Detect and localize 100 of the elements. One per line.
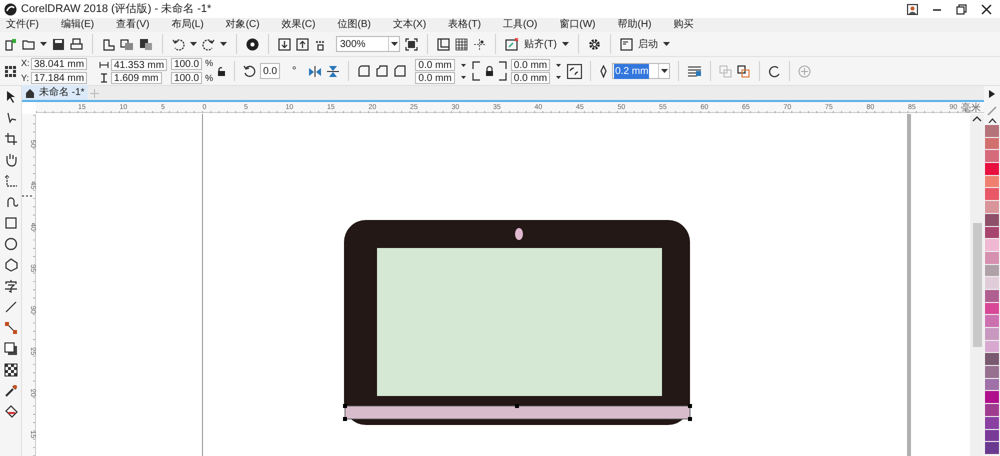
settings-icon[interactable]	[588, 38, 601, 50]
menu-item[interactable]: 布局(L)	[171, 18, 204, 32]
guidelines-icon[interactable]	[473, 38, 486, 50]
color-swatch[interactable]	[985, 340, 999, 354]
color-swatch[interactable]	[985, 277, 999, 290]
lock-icon[interactable]	[484, 66, 494, 76]
spin-down-icon[interactable]	[460, 64, 466, 66]
color-swatch[interactable]	[985, 176, 999, 188]
no-color-swatch-icon[interactable]	[987, 106, 997, 116]
menu-item[interactable]: 位图(B)	[337, 18, 371, 32]
transparency-tool-icon[interactable]	[4, 363, 18, 377]
color-swatch[interactable]	[985, 214, 999, 226]
launch-button[interactable]: 启动	[638, 36, 658, 52]
width-field[interactable]: 41.353 mm	[111, 58, 168, 70]
y-position-field[interactable]: 17.184 mm	[31, 72, 88, 84]
hand-tool-icon[interactable]	[4, 153, 18, 167]
menu-item[interactable]: 效果(C)	[282, 18, 316, 32]
full-screen-icon[interactable]	[405, 38, 418, 50]
color-swatch[interactable]	[985, 226, 999, 240]
spin-down-icon[interactable]	[460, 76, 466, 78]
corner-top-icon[interactable]	[498, 61, 507, 70]
object-origin-icon[interactable]	[4, 64, 17, 78]
color-swatch[interactable]	[985, 442, 999, 455]
menu-item[interactable]: 帮助(H)	[618, 18, 652, 32]
color-swatch[interactable]	[985, 315, 999, 328]
menu-item[interactable]: 表格(T)	[448, 18, 481, 32]
polygon-tool-icon[interactable]	[4, 258, 18, 272]
height-icon[interactable]	[99, 72, 110, 82]
corner-radius-field[interactable]: 0.0 mm	[510, 72, 550, 84]
corner-bottom-icon[interactable]	[498, 72, 507, 81]
menu-item[interactable]: 文件(F)	[6, 18, 39, 32]
disc-icon[interactable]	[246, 38, 259, 50]
corner-radius-field[interactable]: 0.0 mm	[415, 58, 455, 70]
menu-item[interactable]: 查看(V)	[116, 18, 150, 32]
save-icon[interactable]	[52, 38, 65, 50]
text-tool-icon[interactable]	[4, 279, 18, 293]
color-swatch[interactable]	[985, 328, 999, 341]
restore-icon[interactable]	[956, 4, 967, 14]
lock-icon[interactable]	[217, 66, 226, 76]
dropdown-caret-icon[interactable]	[660, 68, 668, 74]
ellipse-tool-icon[interactable]	[4, 237, 18, 251]
rotate-icon[interactable]	[243, 64, 256, 78]
color-swatch[interactable]	[985, 163, 999, 176]
window-panel-icon[interactable]	[620, 38, 633, 50]
palette-scroll-up-icon[interactable]	[988, 118, 996, 123]
rectangle-tool-icon[interactable]	[4, 216, 18, 230]
corner-bottom-icon[interactable]	[472, 72, 481, 81]
connector-tool-icon[interactable]	[4, 321, 18, 335]
scrollbar-thumb[interactable]	[973, 223, 982, 347]
text-wrap-icon[interactable]	[687, 64, 702, 78]
menu-item[interactable]: 窗口(W)	[559, 18, 596, 32]
dropdown-caret-icon[interactable]	[662, 42, 670, 46]
import-icon[interactable]	[102, 38, 115, 50]
color-swatch[interactable]	[985, 188, 999, 202]
folder-icon[interactable]	[22, 38, 35, 50]
scalloped-corner-icon[interactable]	[375, 64, 390, 78]
snap-to-button[interactable]: 贴齐(T)	[524, 36, 557, 52]
redo-icon[interactable]	[202, 38, 215, 50]
import-arrow-icon[interactable]	[278, 38, 291, 50]
fill-tool-icon[interactable]	[4, 405, 18, 419]
color-swatch[interactable]	[985, 430, 999, 442]
copy-icon[interactable]	[120, 38, 134, 50]
menu-item[interactable]: 购买	[673, 18, 694, 32]
color-swatch[interactable]	[985, 252, 999, 265]
color-swatch[interactable]	[985, 416, 999, 430]
outline-width-dropdown[interactable]: 0.2 mm	[612, 63, 670, 79]
close-icon[interactable]	[981, 4, 992, 14]
dropdown-caret-icon[interactable]	[40, 42, 47, 46]
color-swatch[interactable]	[985, 353, 999, 366]
dropdown-caret-icon[interactable]	[390, 42, 398, 46]
to-back-icon[interactable]	[737, 64, 752, 78]
undo-icon[interactable]	[172, 38, 185, 50]
color-swatch[interactable]	[985, 404, 999, 417]
menu-item[interactable]: 文本(X)	[392, 18, 426, 32]
dropdown-caret-icon[interactable]	[562, 42, 569, 46]
snap-off-icon[interactable]	[505, 38, 519, 50]
line-tool-icon[interactable]	[4, 300, 18, 314]
paste-icon[interactable]	[139, 38, 153, 50]
width-icon[interactable]	[99, 60, 110, 68]
grid-icon[interactable]	[455, 38, 468, 50]
x-position-field[interactable]: 38.041 mm	[31, 58, 88, 70]
scale-y-field[interactable]: 100.0	[171, 72, 202, 84]
color-swatch[interactable]	[985, 366, 999, 379]
menu-item[interactable]: 对象(C)	[226, 18, 260, 32]
color-swatch[interactable]	[985, 201, 999, 214]
drop-shadow-tool-icon[interactable]	[4, 342, 18, 356]
user-account-icon[interactable]	[907, 4, 918, 14]
color-swatch[interactable]	[985, 125, 999, 138]
pen-nib-icon[interactable]	[599, 64, 608, 78]
round-corner-icon[interactable]	[357, 64, 372, 78]
color-swatch[interactable]	[985, 138, 999, 150]
rulers-icon[interactable]	[437, 38, 450, 50]
dropdown-caret-icon[interactable]	[220, 42, 227, 46]
color-swatch[interactable]	[985, 391, 999, 404]
eyedropper-tool-icon[interactable]	[4, 384, 18, 398]
spin-down-icon[interactable]	[556, 64, 562, 66]
export-arrow-icon[interactable]	[296, 38, 309, 50]
zoom-level-dropdown[interactable]: 300%	[336, 36, 400, 52]
dimension-tool-icon[interactable]	[4, 174, 18, 188]
color-swatch[interactable]	[985, 239, 999, 252]
